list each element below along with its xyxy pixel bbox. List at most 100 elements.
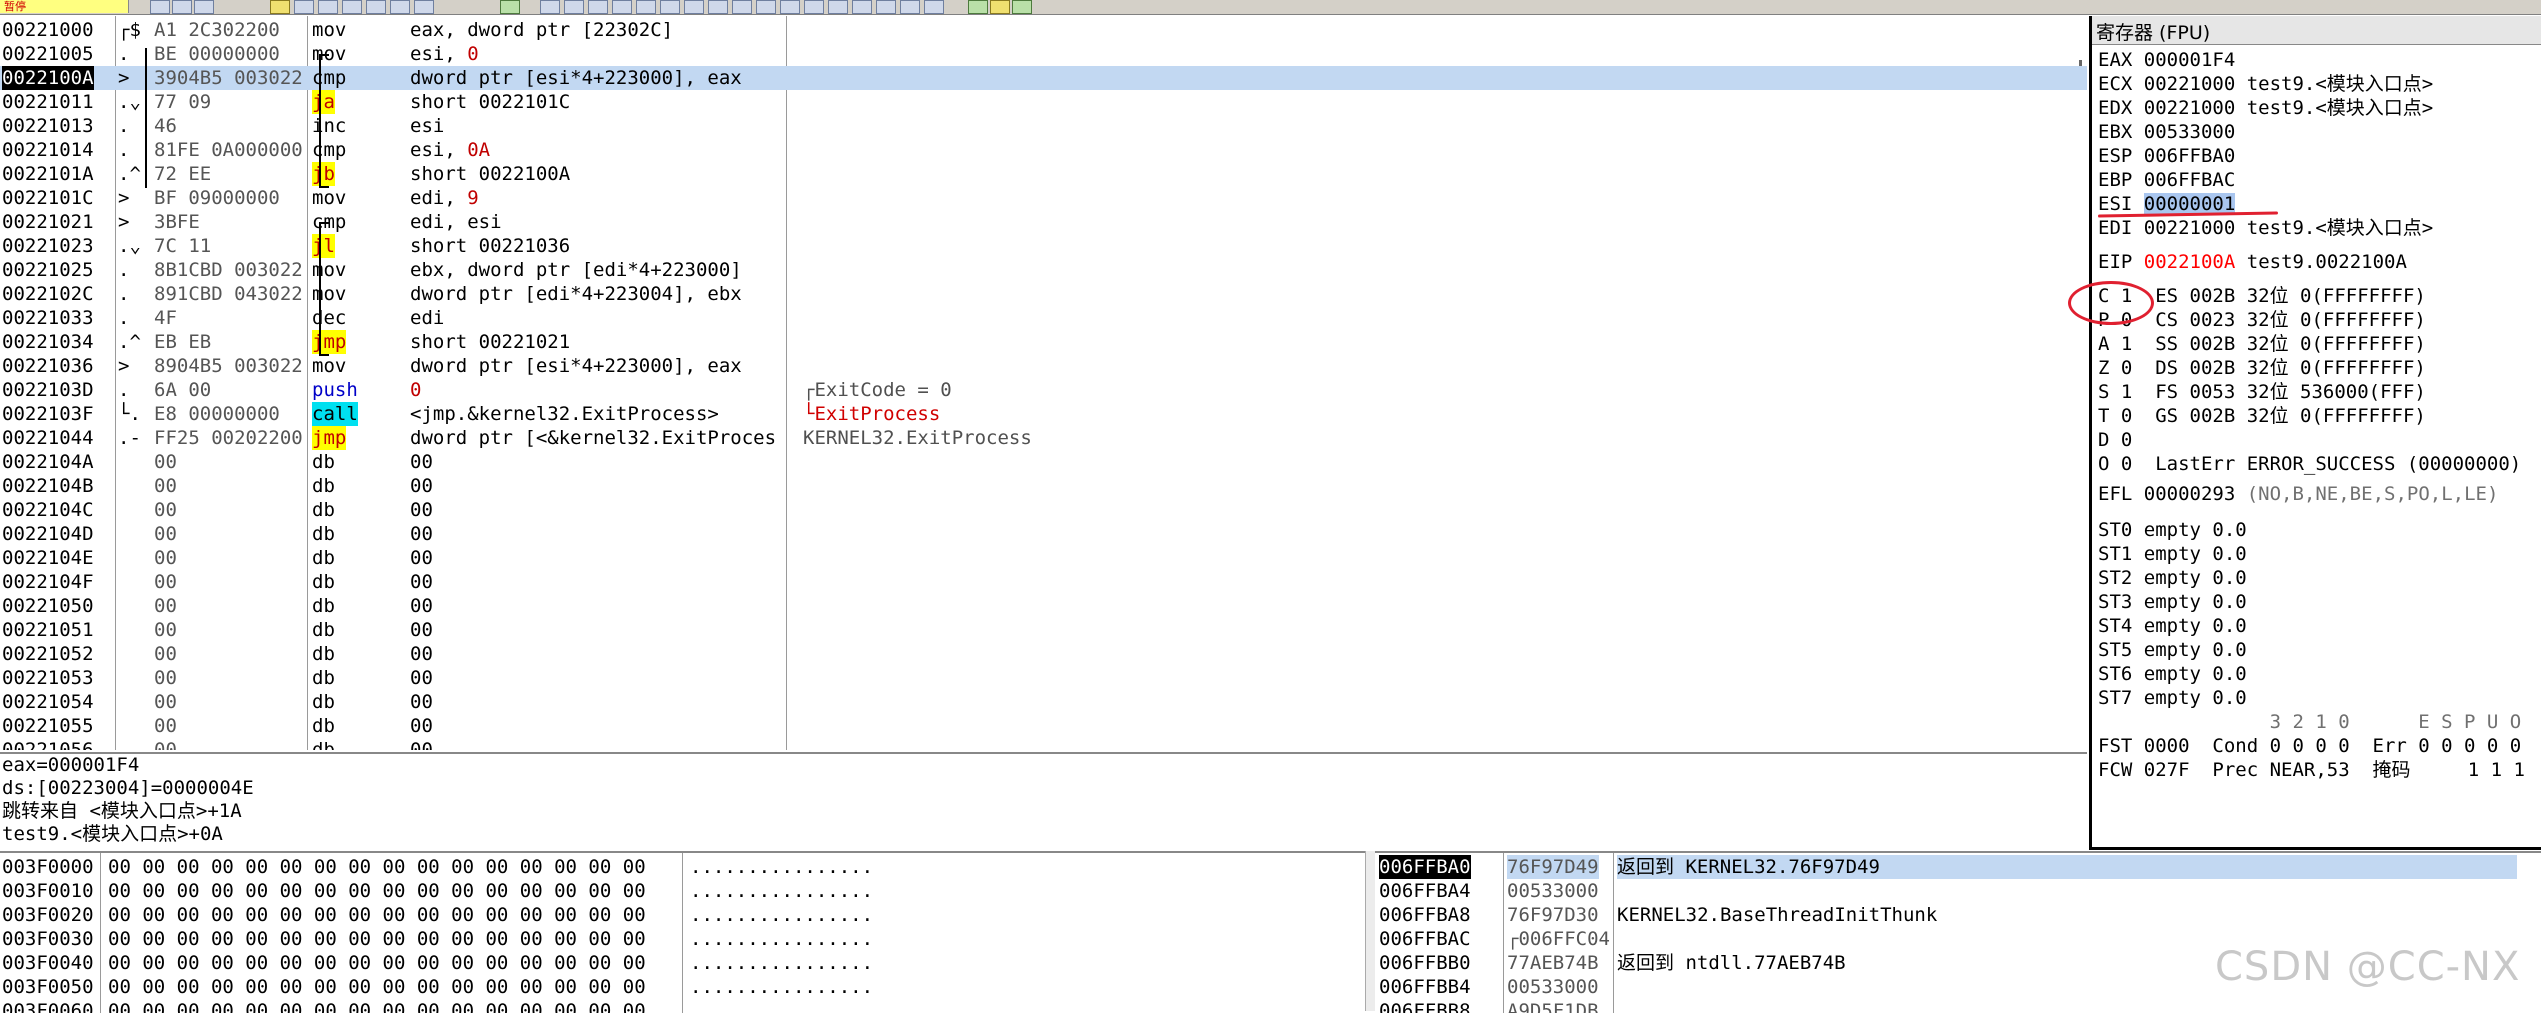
disasm-row[interactable]: 00221021 >3BFE cmp edi, esi <box>0 210 2087 234</box>
disasm-row[interactable]: 0022102C. 891CBD 043022 mov dword ptr [edi*… <box>0 282 2087 306</box>
disasm-row[interactable]: 00221056 00 db 00 <box>0 738 2087 750</box>
run-state-selector[interactable]: 暂停 <box>0 0 129 13</box>
disasm-mnemonic: db <box>312 667 335 689</box>
disasm-row[interactable]: 00221036 >8904B5 003022 mov dword ptr [esi*… <box>0 354 2087 378</box>
disasm-row[interactable]: 0022104A 00 db 00 <box>0 450 2087 474</box>
fpu-st-register[interactable]: ST0 empty 0.0 <box>2098 518 2247 542</box>
disasm-row[interactable]: 00221054 00 db 00 <box>0 690 2087 714</box>
register-line[interactable]: EBX 00533000 <box>2098 120 2235 144</box>
disasm-row[interactable]: 00221051 00 db 00 <box>0 618 2087 642</box>
toolbar-button-11[interactable] <box>500 0 520 14</box>
disassembly-pane[interactable]: 00221000 ┌$ A1 2C302200 mov eax, dword ptr [… <box>0 16 2087 750</box>
register-edi[interactable]: EDI 00221000 test9.<模块入口点> <box>2098 216 2433 240</box>
toolbar-button-31[interactable] <box>1012 0 1032 14</box>
disasm-row[interactable]: 0022100A >3904B5 003022 cmp dword ptr [esi*… <box>0 66 2087 90</box>
toolbar-button-17[interactable] <box>660 0 680 14</box>
toolbar-button-22[interactable] <box>780 0 800 14</box>
toolbar-button-28[interactable] <box>924 0 944 14</box>
disasm-row[interactable]: 00221025. 8B1CBD 003022 mov ebx, dword ptr … <box>0 258 2087 282</box>
flag-line[interactable]: A 1 SS 002B 32位 0(FFFFFFFF) <box>2098 332 2426 356</box>
disasm-row[interactable]: 00221053 00 db 00 <box>0 666 2087 690</box>
toolbar-button-23[interactable] <box>804 0 824 14</box>
disasm-row[interactable]: 0022101A .^ 72 EE jb short 0022100A <box>0 162 2087 186</box>
toolbar-button-4[interactable] <box>270 0 290 14</box>
toolbar-button-8[interactable] <box>366 0 386 14</box>
toolbar-button-15[interactable] <box>612 0 632 14</box>
toolbar-button-6[interactable] <box>318 0 338 14</box>
register-line[interactable]: EDX 00221000 test9.<模块入口点> <box>2098 96 2433 120</box>
disasm-jump-mark: > <box>118 187 130 209</box>
toolbar-button-24[interactable] <box>828 0 848 14</box>
toolbar-button-19[interactable] <box>708 0 728 14</box>
flag-line[interactable]: O 0 LastErr ERROR_SUCCESS (00000000) <box>2098 452 2521 476</box>
flag-line[interactable]: D 0 <box>2098 428 2132 452</box>
fpu-st-register[interactable]: ST1 empty 0.0 <box>2098 542 2247 566</box>
toolbar-button-26[interactable] <box>876 0 896 14</box>
stack-row[interactable]: 006FFBA8 76F97D30 KERNEL32.BaseThreadInitT… <box>1375 903 2541 927</box>
disasm-row[interactable]: 0022104F 00 db 00 <box>0 570 2087 594</box>
toolbar-button-2[interactable] <box>172 0 192 14</box>
toolbar-button-29[interactable] <box>968 0 988 14</box>
flag-line[interactable]: Z 0 DS 002B 32位 0(FFFFFFFF) <box>2098 356 2426 380</box>
disasm-row[interactable]: 00221011 .⌄ 77 09 ja short 0022101C <box>0 90 2087 114</box>
toolbar-button-13[interactable] <box>564 0 584 14</box>
toolbar-button-20[interactable] <box>732 0 752 14</box>
disasm-row[interactable]: 00221050 00 db 00 <box>0 594 2087 618</box>
disasm-row[interactable]: 00221044 .- FF25 00202200 jmp dword ptr [<&k… <box>0 426 2087 450</box>
disasm-row[interactable]: 00221000 ┌$ A1 2C302200 mov eax, dword ptr [… <box>0 18 2087 42</box>
register-line[interactable]: EBP 006FFBAC <box>2098 168 2235 192</box>
disasm-row[interactable]: 00221033. 4F dec edi <box>0 306 2087 330</box>
toolbar-button-25[interactable] <box>852 0 872 14</box>
disasm-row[interactable]: 0022104D 00 db 00 <box>0 522 2087 546</box>
disasm-row[interactable]: 00221005. BE 00000000 mov esi, 0 <box>0 42 2087 66</box>
fpu-st-register[interactable]: ST5 empty 0.0 <box>2098 638 2247 662</box>
toolbar-button-1[interactable] <box>150 0 170 14</box>
disasm-row[interactable]: 0022101C > BF 09000000 mov edi, 9 <box>0 186 2087 210</box>
toolbar-button-7[interactable] <box>342 0 362 14</box>
register-efl[interactable]: EFL 00000293 (NO,B,NE,BE,S,PO,L,LE) <box>2098 482 2498 506</box>
registers-header[interactable]: 寄存器 (FPU) <box>2092 16 2541 45</box>
disasm-row[interactable]: 00221052 00 db 00 <box>0 642 2087 666</box>
register-line[interactable]: EAX 000001F4 <box>2098 48 2235 72</box>
disasm-row[interactable]: 0022104E 00 db 00 <box>0 546 2087 570</box>
fpu-st-register[interactable]: ST3 empty 0.0 <box>2098 590 2247 614</box>
disasm-address: 00221053 <box>2 667 94 689</box>
disasm-row[interactable]: 0022103F └. E8 00000000 call <jmp.&kernel32.… <box>0 402 2087 426</box>
toolbar-button-30[interactable] <box>990 0 1010 14</box>
disasm-row[interactable]: 00221023 .⌄ 7C 11 jl short 00221036 <box>0 234 2087 258</box>
disasm-hex-bytes: 46 <box>154 115 177 137</box>
disasm-row[interactable]: 00221014. 81FE 0A000000 cmp esi, 0A <box>0 138 2087 162</box>
toolbar-button-10[interactable] <box>414 0 434 14</box>
toolbar-button-27[interactable] <box>900 0 920 14</box>
fpu-bit-header[interactable]: 3 2 1 0 E S P U O <box>2098 710 2522 734</box>
disasm-row[interactable]: 00221013. 46 inc esi <box>0 114 2087 138</box>
fpu-control-word[interactable]: FCW 027F Prec NEAR,53 掩码 1 1 1 <box>2098 758 2525 782</box>
toolbar-button-9[interactable] <box>390 0 410 14</box>
memory-dump-pane[interactable]: 003F0000 00 00 00 00 00 00 00 00 00 00 00… <box>0 851 1365 1013</box>
disasm-row[interactable]: 00221055 00 db 00 <box>0 714 2087 738</box>
flag-line[interactable]: S 1 FS 0053 32位 536000(FFF) <box>2098 380 2426 404</box>
toolbar-button-16[interactable] <box>636 0 656 14</box>
flag-line[interactable]: T 0 GS 002B 32位 0(FFFFFFFF) <box>2098 404 2426 428</box>
disasm-row[interactable]: 00221034 .^ EB EB jmp short 00221021 <box>0 330 2087 354</box>
fpu-st-register[interactable]: ST7 empty 0.0 <box>2098 686 2247 710</box>
disasm-row[interactable]: 0022104C 00 db 00 <box>0 498 2087 522</box>
disasm-row[interactable]: 0022104B 00 db 00 <box>0 474 2087 498</box>
register-eip[interactable]: EIP 0022100A test9.0022100A <box>2098 250 2407 274</box>
toolbar-button-21[interactable] <box>756 0 776 14</box>
fpu-status-word[interactable]: FST 0000 Cond 0 0 0 0 Err 0 0 0 0 0 <box>2098 734 2521 758</box>
register-line[interactable]: ESP 006FFBA0 <box>2098 144 2235 168</box>
toolbar-button-5[interactable] <box>294 0 314 14</box>
disasm-row[interactable]: 0022103D. 6A 00 push 0 ┌ExitCode = 0 <box>0 378 2087 402</box>
toolbar-button-14[interactable] <box>588 0 608 14</box>
fpu-st-register[interactable]: ST2 empty 0.0 <box>2098 566 2247 590</box>
toolbar-button-18[interactable] <box>684 0 704 14</box>
fpu-st-register[interactable]: ST6 empty 0.0 <box>2098 662 2247 686</box>
registers-pane[interactable]: 寄存器 (FPU) EAX 000001F4 ECX 00221000 test9… <box>2089 16 2541 850</box>
toolbar-button-3[interactable] <box>194 0 214 14</box>
toolbar-button-12[interactable] <box>540 0 560 14</box>
stack-row[interactable]: 006FFBA0 76F97D49 返回到 KERNEL32.76F97D49 <box>1375 855 2541 879</box>
stack-row[interactable]: 006FFBA4 00533000 <box>1375 879 2541 903</box>
fpu-st-register[interactable]: ST4 empty 0.0 <box>2098 614 2247 638</box>
register-line[interactable]: ECX 00221000 test9.<模块入口点> <box>2098 72 2433 96</box>
